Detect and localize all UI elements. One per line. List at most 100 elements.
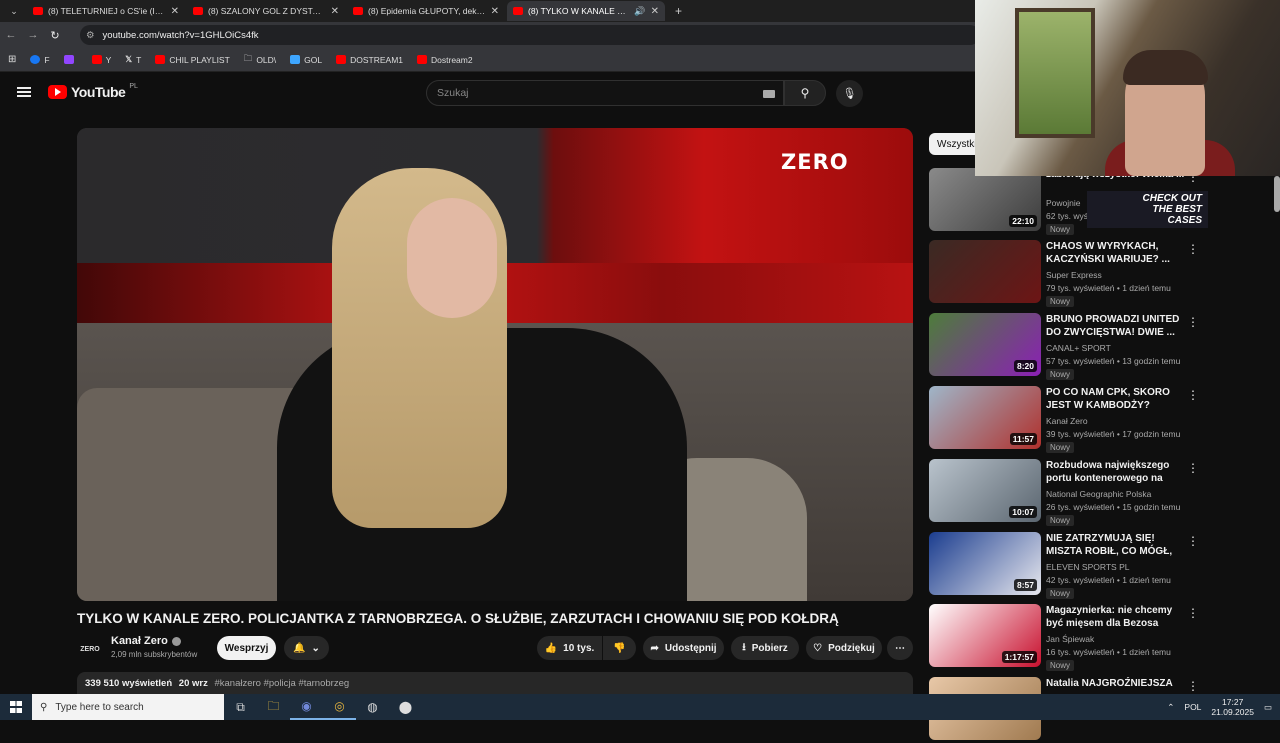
language-indicator[interactable]: POL <box>1184 702 1201 712</box>
bookmark-dostream1[interactable]: DOSTREAM1 <box>336 55 403 65</box>
youtube-favicon-icon <box>513 7 523 15</box>
url-field[interactable]: ⚙ youtube.com/watch?v=1GHLOiCs4fk <box>80 25 980 45</box>
tab-title: (8) TYLKO W KANALE ZERO <box>528 6 629 16</box>
chrome-icon[interactable]: ◎ <box>323 694 356 720</box>
recommendation-channel[interactable]: National Geographic Polska <box>1046 489 1151 499</box>
youtube-logo[interactable]: YouTube PL <box>48 83 138 100</box>
video-thumbnail[interactable] <box>929 240 1041 303</box>
video-thumbnail[interactable]: 22:10 <box>929 168 1041 231</box>
search-button[interactable]: ⚲ <box>784 80 826 106</box>
download-icon: ⭳ <box>742 641 746 653</box>
keyboard-icon[interactable] <box>763 90 775 98</box>
back-arrow-icon[interactable]: ← <box>0 29 22 41</box>
recommendation-title[interactable]: Magazynierka: nie chcemy być mięsem dla … <box>1046 604 1186 630</box>
recommendation-card[interactable]: 8:57 NIE ZATRZYMUJĄ SIĘ! MISZTA ROBIŁ, CO… <box>929 532 1249 599</box>
recommendation-card[interactable]: 8:20 BRUNO PROWADZI UNITED DO ZWYCIĘSTWA!… <box>929 313 1249 380</box>
notifications-button[interactable]: 🔔 ⌄ <box>284 636 329 660</box>
video-thumbnail[interactable]: 11:57 <box>929 386 1041 449</box>
like-button[interactable]: 👍 10 tys. <box>537 636 602 660</box>
apps-grid-icon[interactable]: ⊞ <box>8 54 16 65</box>
browser-tab-2[interactable]: (8) SZALONY GOL Z DYSTANSU ✕ <box>187 1 345 21</box>
page-scrollbar[interactable] <box>1274 176 1280 212</box>
task-view-icon[interactable]: ⧉ <box>224 694 257 720</box>
hashtags[interactable]: #kanałzero #policja #tarnobrzeg <box>214 678 349 689</box>
support-button[interactable]: Wesprzyj <box>217 636 276 660</box>
voice-search-button[interactable]: 🎙 <box>836 80 863 107</box>
recommendation-channel[interactable]: Powojnie <box>1046 198 1081 208</box>
x-logo-icon: 𝕏 <box>125 54 133 64</box>
recommendation-channel[interactable]: CANAL+ SPORT <box>1046 343 1111 353</box>
description-box[interactable]: 339 510 wyświetleń 20 wrz #kanałzero #po… <box>77 672 913 694</box>
bookmark-folder-old[interactable]: 🗀 OLD\ <box>244 53 276 67</box>
more-options-icon[interactable]: ⋮ <box>1187 242 1199 256</box>
tab-close-icon[interactable]: ✕ <box>331 6 339 17</box>
recommendation-title[interactable]: CHAOS W WYRYKACH, KACZYŃSKI WARIUJE? ... <box>1046 240 1186 266</box>
channel-name[interactable]: Kanał Zero <box>111 635 181 647</box>
video-thumbnail[interactable]: 8:57 <box>929 532 1041 595</box>
search-input[interactable]: Szukaj <box>426 80 784 106</box>
bookmark-facebook[interactable]: F <box>30 55 50 65</box>
download-button[interactable]: ⭳ Pobierz <box>731 636 799 660</box>
recommendation-card[interactable]: 10:07 Rozbudowa największego portu konten… <box>929 459 1249 526</box>
tray-chevron-up-icon[interactable]: ⌃ <box>1167 702 1174 713</box>
tab-close-icon[interactable]: ✕ <box>491 6 499 17</box>
more-options-icon[interactable]: ⋮ <box>1187 606 1199 620</box>
discord-icon[interactable]: ◉ <box>290 694 323 720</box>
bookmark-youtube[interactable]: Y <box>91 55 111 65</box>
taskbar-search-input[interactable]: ⚲ Type here to search <box>32 694 224 720</box>
recommendation-title[interactable]: Natalia NAJGROŹNIEJSZA <box>1046 677 1186 690</box>
clock[interactable]: 17:27 21.09.2025 <box>1211 697 1254 717</box>
tab-close-icon[interactable]: ✕ <box>651 6 659 17</box>
recommendation-channel[interactable]: Kanał Zero <box>1046 416 1088 426</box>
bookmark-twitch[interactable] <box>63 55 78 64</box>
obs-icon[interactable]: ◍ <box>356 694 389 720</box>
video-thumbnail[interactable]: 8:20 <box>929 313 1041 376</box>
thanks-button[interactable]: ♡ Podziękuj <box>806 636 882 660</box>
start-button[interactable] <box>0 694 32 720</box>
video-thumbnail[interactable]: 10:07 <box>929 459 1041 522</box>
new-tab-icon[interactable]: + <box>675 4 682 18</box>
maps-pin-icon[interactable]: ⬤ <box>389 694 422 720</box>
bookmark-dostream2[interactable]: Dostream2 <box>417 55 473 65</box>
browser-tab-4-active[interactable]: (8) TYLKO W KANALE ZERO 🔊 ✕ <box>507 1 665 21</box>
bookmark-gol[interactable]: GOL <box>290 55 322 65</box>
more-actions-button[interactable]: ⋯ <box>887 636 913 660</box>
recommendation-card[interactable]: 1:17:57 Magazynierka: nie chcemy być mięs… <box>929 604 1249 671</box>
bookmark-chil-playlist[interactable]: CHIL PLAYLIST <box>155 55 230 65</box>
forward-arrow-icon[interactable]: → <box>22 29 44 41</box>
more-options-icon[interactable]: ⋮ <box>1187 534 1199 548</box>
recommendation-channel[interactable]: Super Express <box>1046 270 1102 280</box>
notification-center-icon[interactable]: ▭ <box>1264 702 1272 713</box>
browser-tab-1[interactable]: (8) TELETURNIEJ o CS'ie (Izak, T ✕ <box>27 1 185 21</box>
browser-tab-3[interactable]: (8) Epidemia GŁUPOTY, dekon ✕ <box>347 1 505 21</box>
tab-close-icon[interactable]: ✕ <box>171 6 179 17</box>
reload-icon[interactable]: ↻ <box>44 29 66 42</box>
more-dots-icon: ⋯ <box>895 642 905 654</box>
file-explorer-icon[interactable]: 🗀 <box>257 694 290 720</box>
menu-hamburger-icon[interactable] <box>17 87 31 97</box>
recommendation-title[interactable]: NIE ZATRZYMUJĄ SIĘ! MISZTA ROBIŁ, CO MÓG… <box>1046 532 1186 558</box>
channel-avatar[interactable]: ZERO <box>77 636 103 662</box>
site-settings-icon[interactable]: ⚙ <box>86 30 95 41</box>
recommendation-channel[interactable]: Jan Śpiewak <box>1046 634 1094 644</box>
video-player[interactable]: ZERO <box>77 128 913 601</box>
bookmark-x[interactable]: 𝕏T <box>125 54 141 65</box>
recommendation-title[interactable]: PO CO NAM CPK, SKORO JEST W KAMBODŻY? <box>1046 386 1186 412</box>
recommendation-channel[interactable]: ELEVEN SPORTS PL <box>1046 562 1129 572</box>
video-thumbnail[interactable]: 1:17:57 <box>929 604 1041 667</box>
recommendation-card[interactable]: 11:57 PO CO NAM CPK, SKORO JEST W KAMBODŻ… <box>929 386 1249 453</box>
recommendation-title[interactable]: Rozbudowa największego portu kontenerowe… <box>1046 459 1186 485</box>
facebook-icon <box>30 55 41 64</box>
dislike-button[interactable]: 👎 <box>603 636 636 660</box>
check-out-cases-ad[interactable]: CHECK OUT THE BEST CASES <box>1087 191 1208 228</box>
subscriber-count: 2,09 mln subskrybentów <box>111 650 198 659</box>
tab-search-chevron-icon[interactable]: ⌄ <box>3 2 25 20</box>
recommendation-title[interactable]: BRUNO PROWADZI UNITED DO ZWYCIĘSTWA! DWI… <box>1046 313 1186 339</box>
recommendation-card[interactable]: CHAOS W WYRYKACH, KACZYŃSKI WARIUJE? ...… <box>929 240 1249 307</box>
more-options-icon[interactable]: ⋮ <box>1187 461 1199 475</box>
share-button[interactable]: ➦ Udostępnij <box>643 636 724 660</box>
more-options-icon[interactable]: ⋮ <box>1187 388 1199 402</box>
more-options-icon[interactable]: ⋮ <box>1187 679 1199 693</box>
more-options-icon[interactable]: ⋮ <box>1187 315 1199 329</box>
audio-playing-icon[interactable]: 🔊 <box>634 6 645 17</box>
